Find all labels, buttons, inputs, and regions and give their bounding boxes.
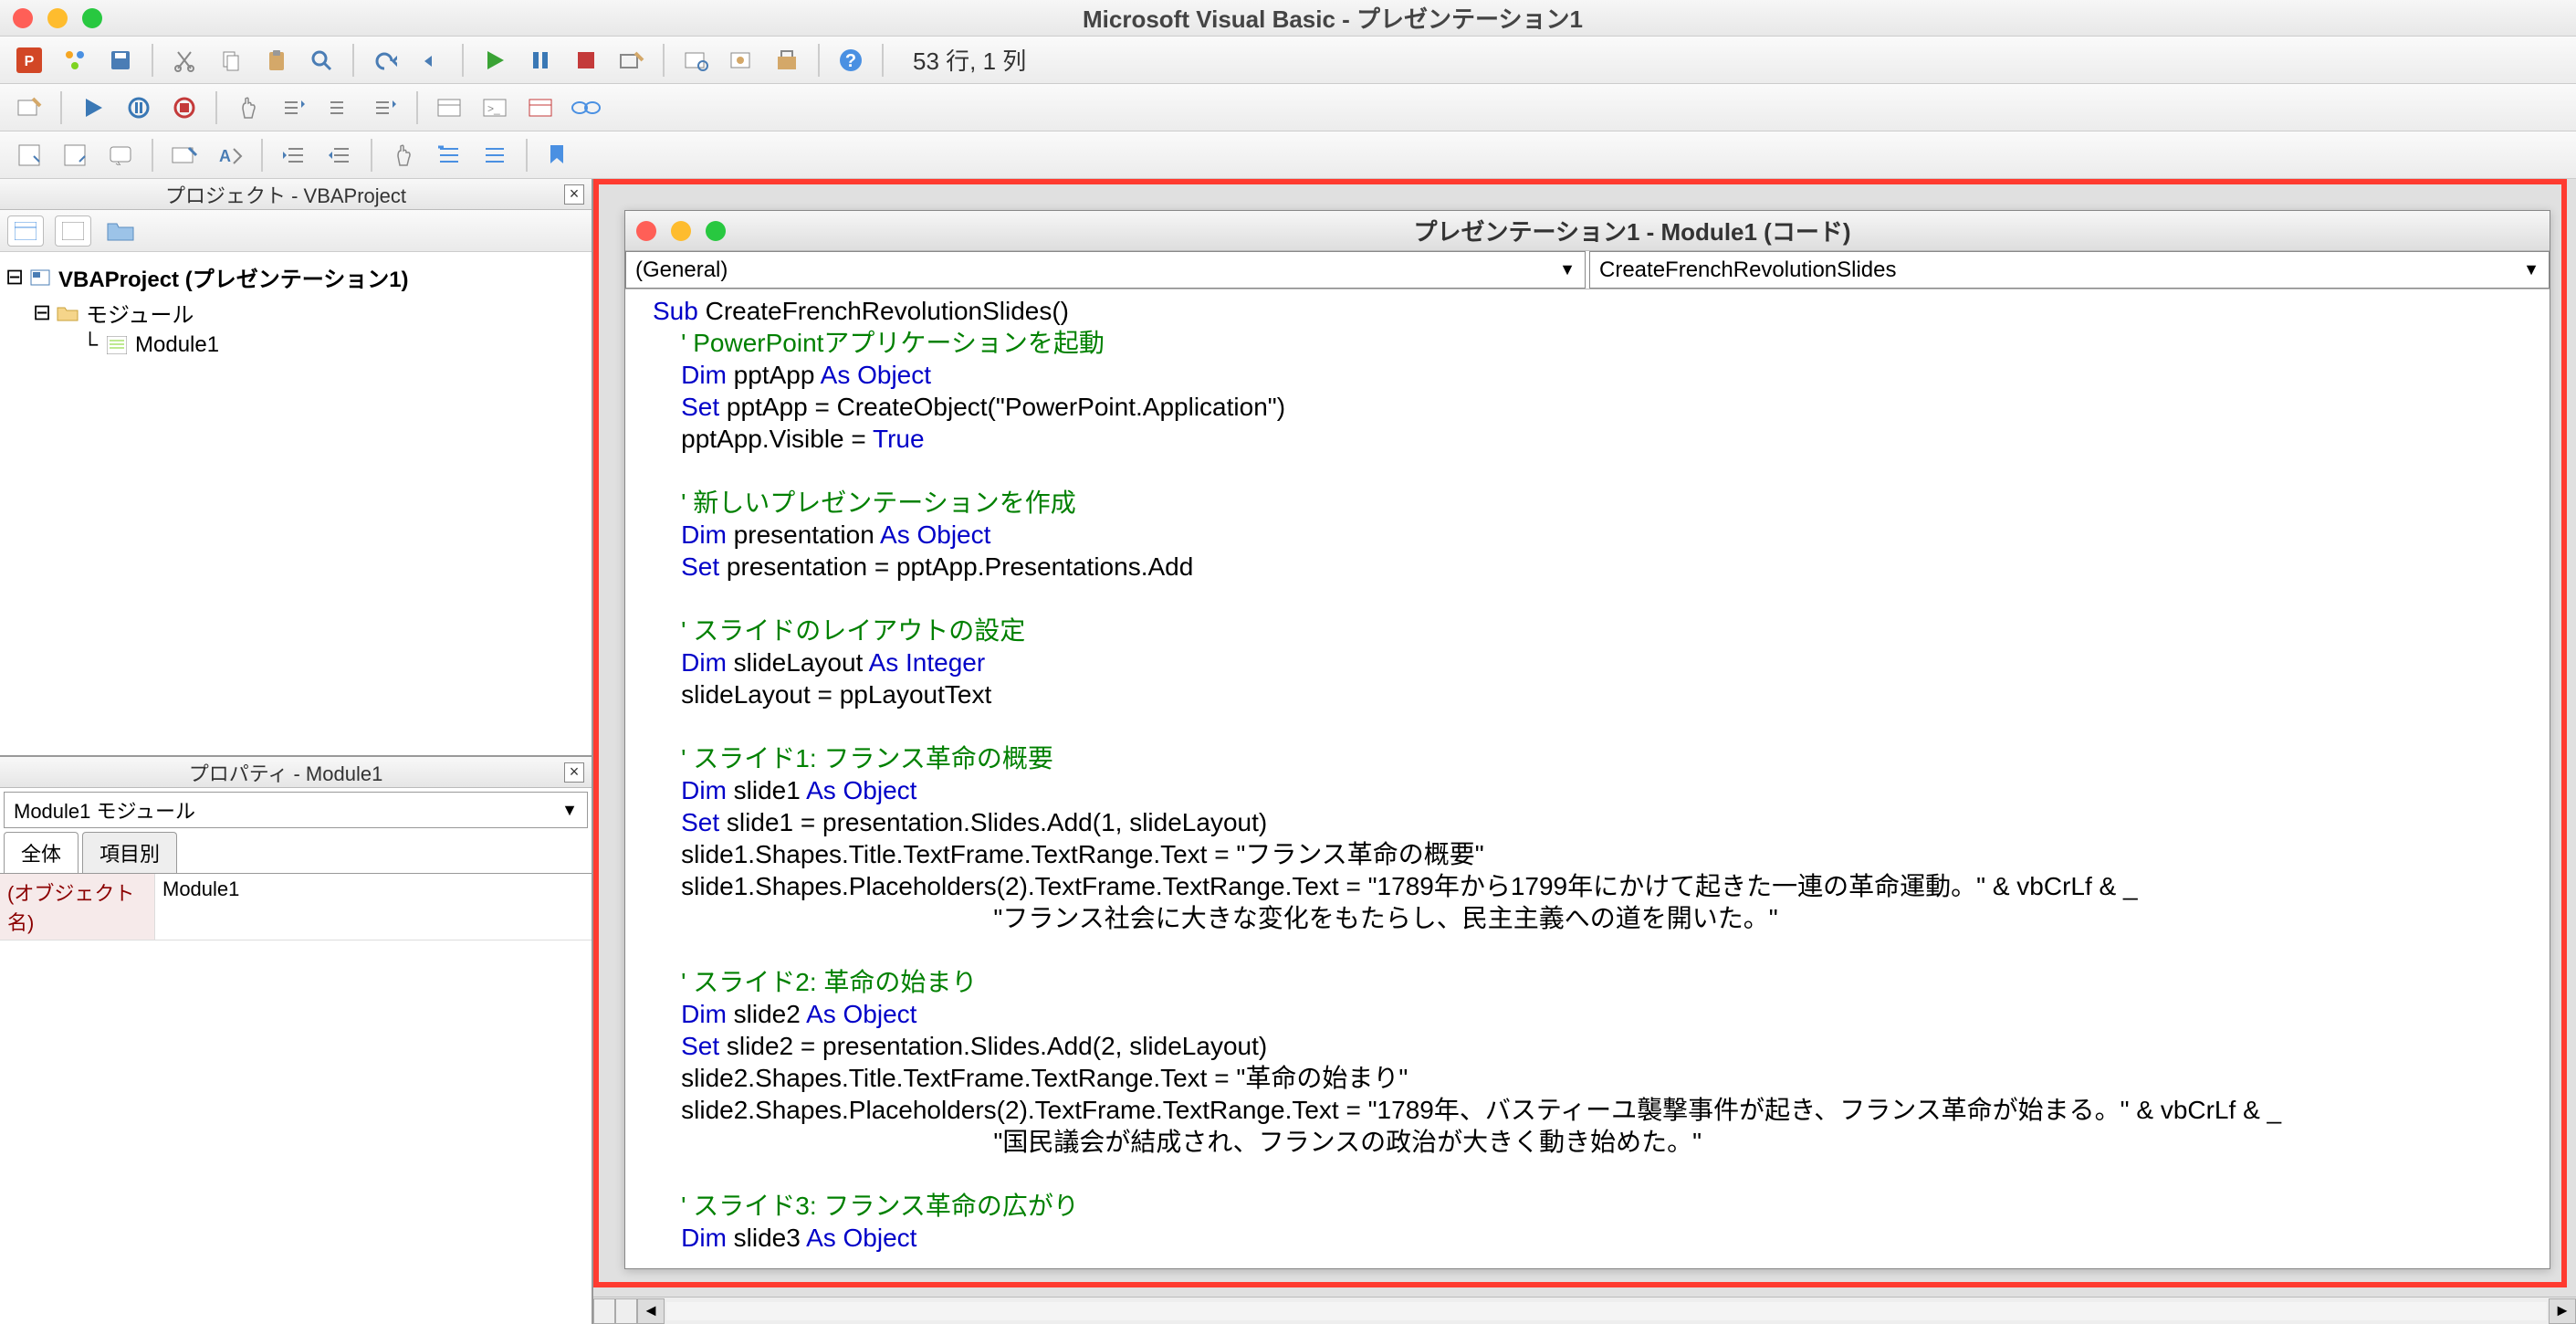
folder-icon[interactable]	[102, 215, 139, 247]
minimize-window-button[interactable]	[671, 221, 691, 241]
toolbox-icon[interactable]	[767, 42, 807, 79]
svg-text:A: A	[219, 147, 231, 165]
project-tree[interactable]: ⊟ VBAProject (プレゼンテーション1) ⊟ モジュール └ Modu…	[0, 252, 592, 755]
quick-info-icon[interactable]	[100, 137, 141, 173]
locals-window-icon[interactable]	[429, 89, 469, 126]
procedure-dropdown[interactable]: CreateFrenchRevolutionSlides▼	[1589, 251, 2550, 289]
scroll-right-icon[interactable]: ►	[2549, 1298, 2576, 1324]
powerpoint-icon[interactable]: P	[9, 42, 49, 79]
close-window-button[interactable]	[13, 8, 33, 28]
horizontal-scrollbar[interactable]: ◄ ►	[593, 1297, 2576, 1324]
close-panel-icon[interactable]: ×	[564, 184, 584, 205]
toolbar-edit: A	[0, 131, 2576, 179]
view-code-icon[interactable]	[7, 215, 44, 247]
help-icon[interactable]: ?	[831, 42, 871, 79]
property-row[interactable]: (オブジェクト名) Module1	[0, 874, 592, 940]
pause-icon[interactable]	[520, 42, 560, 79]
proc-view-icon[interactable]	[593, 1298, 615, 1324]
project-panel-title: プロジェクト - VBAProject ×	[0, 179, 592, 210]
minimize-window-button[interactable]	[47, 8, 68, 28]
window-title: Microsoft Visual Basic - プレゼンテーション1	[102, 1, 2563, 35]
svg-text:?: ?	[845, 51, 856, 71]
svg-text:>_: >_	[487, 102, 500, 115]
zoom-window-button[interactable]	[82, 8, 102, 28]
watch-window-icon[interactable]	[520, 89, 560, 126]
code-window: プレゼンテーション1 - Module1 (コード) (General)▼ Cr…	[624, 210, 2550, 1269]
properties-tab-all[interactable]: 全体	[4, 832, 79, 873]
design-mode-icon[interactable]	[612, 42, 652, 79]
project-panel-toolbar	[0, 210, 592, 252]
parameter-info-icon[interactable]	[164, 137, 204, 173]
properties-panel-title: プロパティ - Module1	[7, 758, 564, 787]
run-sub-icon[interactable]	[73, 89, 113, 126]
view-object-icon[interactable]	[55, 215, 91, 247]
toolbar-main: P ? 53 行, 1 列	[0, 37, 2576, 84]
svg-text:P: P	[25, 54, 35, 69]
window-titlebar: Microsoft Visual Basic - プレゼンテーション1	[0, 0, 2576, 37]
tree-folder-modules[interactable]: ⊟ モジュール	[5, 295, 586, 331]
project-icon	[27, 267, 53, 289]
reset-icon[interactable]	[164, 89, 204, 126]
project-wizard-icon[interactable]	[55, 42, 95, 79]
tree-item-module1[interactable]: └ Module1	[5, 331, 586, 360]
folder-icon	[55, 302, 80, 324]
toggle-breakpoint-icon[interactable]	[383, 137, 424, 173]
tree-root[interactable]: ⊟ VBAProject (プレゼンテーション1)	[5, 259, 586, 295]
outdent-icon[interactable]	[319, 137, 360, 173]
list-constants-icon[interactable]	[55, 137, 95, 173]
properties-tab-categorized[interactable]: 項目別	[82, 832, 177, 873]
uncomment-block-icon[interactable]	[475, 137, 515, 173]
code-window-title: プレゼンテーション1 - Module1 (コード)	[726, 214, 2539, 247]
full-module-view-icon[interactable]	[615, 1298, 637, 1324]
complete-word-icon[interactable]: A	[210, 137, 250, 173]
module-icon	[104, 334, 130, 356]
copy-icon[interactable]	[210, 42, 250, 79]
macros-icon[interactable]	[721, 42, 761, 79]
save-icon[interactable]	[100, 42, 141, 79]
undo-icon[interactable]	[365, 42, 405, 79]
properties-grid[interactable]: (オブジェクト名) Module1	[0, 874, 592, 940]
properties-panel: プロパティ - Module1 × Module1 モジュール ▼ 全体 項目別…	[0, 755, 592, 1324]
immediate-window-icon[interactable]: >_	[475, 89, 515, 126]
find-icon[interactable]	[301, 42, 341, 79]
cut-icon[interactable]	[164, 42, 204, 79]
comment-block-icon[interactable]	[429, 137, 469, 173]
paste-icon[interactable]	[256, 42, 296, 79]
stop-icon[interactable]	[566, 42, 606, 79]
break-icon[interactable]	[119, 89, 159, 126]
hand-icon[interactable]	[228, 89, 268, 126]
bookmark-icon[interactable]	[539, 137, 579, 173]
references-icon[interactable]	[675, 42, 716, 79]
quick-watch-icon[interactable]	[566, 89, 606, 126]
close-window-button[interactable]	[636, 221, 656, 241]
zoom-window-button[interactable]	[706, 221, 726, 241]
redo-icon[interactable]	[411, 42, 451, 79]
indent-icon[interactable]	[274, 137, 314, 173]
close-panel-icon[interactable]: ×	[564, 762, 584, 783]
compile-icon[interactable]	[9, 89, 49, 126]
step-out-icon[interactable]	[365, 89, 405, 126]
scroll-left-icon[interactable]: ◄	[637, 1298, 665, 1324]
run-icon[interactable]	[475, 42, 515, 79]
code-editor[interactable]: Sub CreateFrenchRevolutionSlides() ' Pow…	[625, 289, 2550, 1268]
cursor-position: 53 行, 1 列	[913, 43, 1026, 77]
object-dropdown[interactable]: (General)▼	[625, 251, 1586, 289]
properties-object-selector[interactable]: Module1 モジュール ▼	[4, 792, 588, 828]
toolbar-debug: >_	[0, 84, 2576, 131]
step-into-icon[interactable]	[274, 89, 314, 126]
list-properties-icon[interactable]	[9, 137, 49, 173]
step-over-icon[interactable]	[319, 89, 360, 126]
